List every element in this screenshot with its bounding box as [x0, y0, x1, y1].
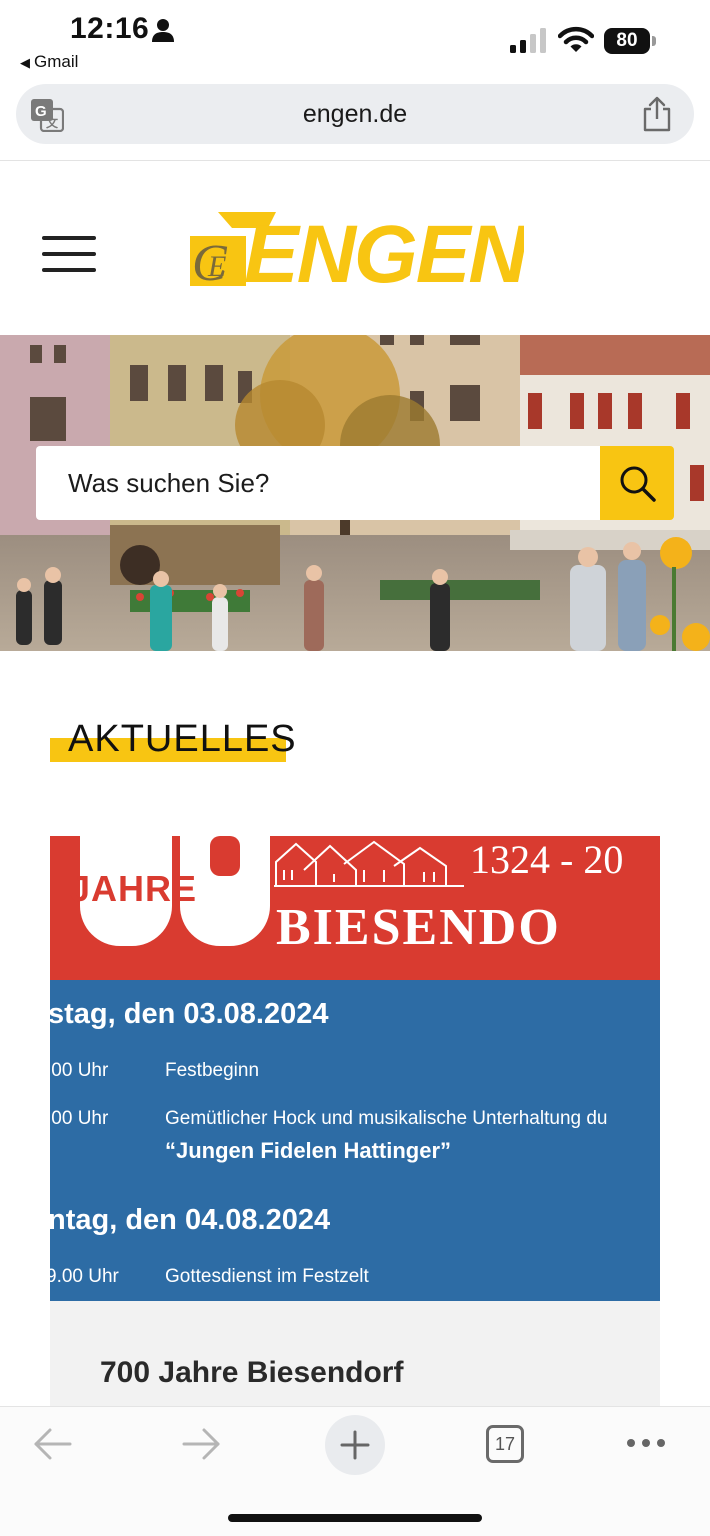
- news-card-image[interactable]: JAHRE 1324 - 20 BIESENDO stag, den 03.08…: [50, 836, 660, 1301]
- news-card[interactable]: JAHRE 1324 - 20 BIESENDO stag, den 03.08…: [50, 836, 660, 1416]
- forward-arrow-icon[interactable]: [182, 1427, 222, 1461]
- poster-event-time: 9.00 Uhr: [50, 1266, 119, 1287]
- battery-indicator: 80: [604, 28, 656, 54]
- search-icon: [620, 466, 656, 502]
- poster-day-heading: ntag, den 04.08.2024: [50, 1204, 331, 1236]
- wifi-icon: [558, 26, 594, 52]
- cellular-signal-icon: [510, 28, 546, 53]
- status-bar: 12:16 ◀ Gmail 80: [0, 0, 710, 80]
- back-triangle-icon: ◀: [20, 55, 30, 70]
- home-indicator[interactable]: [228, 1514, 482, 1522]
- battery-tip: [652, 36, 656, 46]
- search-button[interactable]: [600, 446, 674, 520]
- poster-event-text: Gemütlicher Hock und musikalische Unterh…: [165, 1108, 608, 1129]
- tab-switcher-button[interactable]: 17: [486, 1425, 524, 1463]
- poster-village-name: BIESENDO: [276, 899, 561, 956]
- poster-program: stag, den 03.08.2024 .00 Uhr Festbeginn …: [50, 980, 660, 1301]
- plus-icon: [340, 1430, 370, 1460]
- poster-event-time: .00 Uhr: [50, 1108, 109, 1129]
- search-field[interactable]: [36, 446, 600, 520]
- new-tab-button[interactable]: [325, 1415, 385, 1475]
- poster-event-text: Gottesdienst im Festzelt: [165, 1266, 369, 1287]
- share-icon[interactable]: [642, 96, 672, 132]
- back-to-app-link[interactable]: ◀ Gmail: [20, 52, 78, 72]
- poster-day-heading: stag, den 03.08.2024: [50, 998, 329, 1030]
- address-bar[interactable]: G 文 engen.de: [16, 84, 694, 144]
- back-app-label: Gmail: [34, 52, 79, 71]
- url-text[interactable]: engen.de: [16, 100, 694, 129]
- poster-jahre: JAHRE: [70, 868, 198, 909]
- poster-event-text: Festbeginn: [165, 1060, 260, 1081]
- hamburger-menu-icon[interactable]: [42, 236, 98, 274]
- divider: [0, 160, 710, 161]
- more-dots-icon[interactable]: [626, 1437, 666, 1449]
- poster-houses-graphic: [274, 840, 464, 887]
- poster-years: 1324 - 20: [470, 837, 624, 882]
- engen-logo[interactable]: C E ENGEN: [188, 206, 524, 290]
- poster-event-time: .00 Uhr: [50, 1060, 109, 1081]
- section-title: AKTUELLES: [68, 718, 297, 760]
- search-input[interactable]: [68, 446, 588, 520]
- battery-level: 80: [604, 28, 650, 54]
- svg-text:E: E: [207, 250, 226, 283]
- back-arrow-icon[interactable]: [32, 1427, 72, 1461]
- svg-text:ENGEN: ENGEN: [244, 209, 524, 290]
- status-time: 12:16: [70, 12, 150, 45]
- news-card-title[interactable]: 700 Jahre Biesendorf: [100, 1356, 403, 1390]
- poster-event-subtext: “Jungen Fidelen Hattinger”: [165, 1138, 452, 1163]
- poster-header: JAHRE 1324 - 20 BIESENDO: [50, 836, 660, 980]
- person-icon: [152, 19, 174, 42]
